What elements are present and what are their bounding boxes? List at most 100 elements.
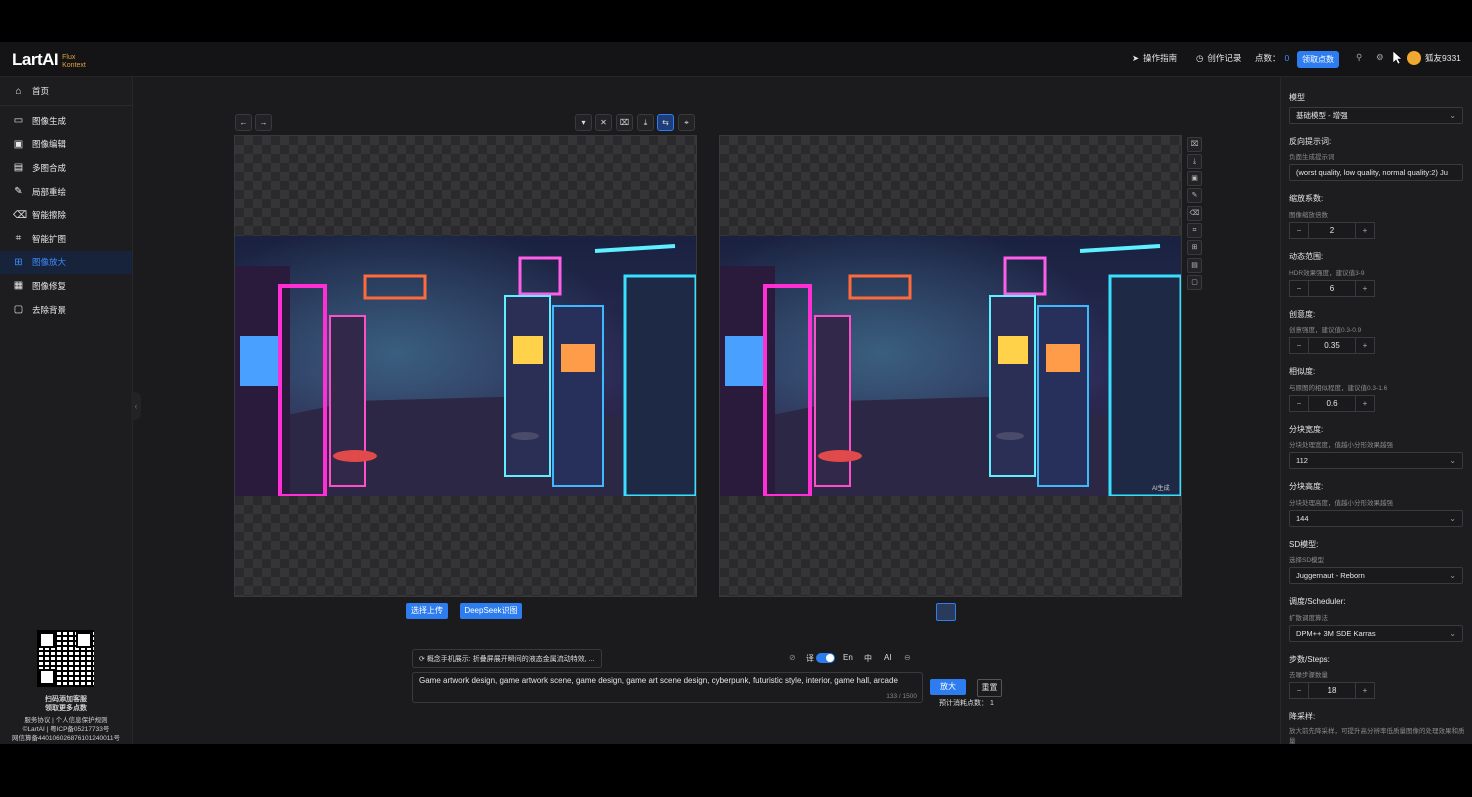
english-button[interactable]: En bbox=[843, 653, 853, 662]
sidebar-item-home[interactable]: ⌂ 首页 bbox=[0, 77, 132, 106]
crop-icon: ⌗ bbox=[15, 233, 22, 245]
guide-link[interactable]: ➤ 操作指南 bbox=[1132, 52, 1177, 64]
increment-button[interactable]: + bbox=[1355, 280, 1375, 297]
similarity-value[interactable]: 0.6 bbox=[1309, 395, 1355, 412]
sidebar-item-upscale[interactable]: ⊞ 图像放大 bbox=[0, 250, 132, 275]
scheduler-select[interactable]: DPM++ 3M SDE Karras ⌄ bbox=[1289, 625, 1463, 642]
tile-height-value: 144 bbox=[1296, 514, 1309, 523]
claim-points-button[interactable]: 领取点数 bbox=[1297, 51, 1339, 68]
negative-prompt-input[interactable]: (worst quality, low quality, normal qual… bbox=[1289, 164, 1463, 181]
footer-links[interactable]: 服务协议 | 个人信息保护规则 bbox=[0, 716, 132, 725]
upscale-icon[interactable]: ⊞ bbox=[1187, 240, 1202, 255]
decrement-button[interactable]: − bbox=[1289, 682, 1309, 699]
decrement-button[interactable]: − bbox=[1289, 280, 1309, 297]
username: 狐友9331 bbox=[1425, 53, 1461, 63]
download-icon[interactable]: ⤓ bbox=[1187, 154, 1202, 169]
prompt-input[interactable]: Game artwork design, game artwork scene,… bbox=[412, 672, 923, 703]
edit-icon[interactable]: ✎ bbox=[1187, 188, 1202, 203]
increment-button[interactable]: + bbox=[1355, 682, 1375, 699]
negative-prompt-desc: 负面生成提示词 bbox=[1289, 154, 1335, 161]
repair-icon: ▦ bbox=[13, 280, 24, 292]
sidebar-item-remove-bg[interactable]: ▢ 去除背景 bbox=[0, 298, 132, 322]
tile-width-label: 分块宽度: bbox=[1289, 425, 1324, 434]
sidebar-item-multi-image[interactable]: ▤ 多图合成 bbox=[0, 156, 132, 180]
scale-value[interactable]: 2 bbox=[1309, 222, 1355, 239]
upload-button[interactable]: 选择上传 bbox=[406, 603, 448, 619]
pin-icon[interactable]: ⌖ bbox=[678, 114, 695, 131]
avatar bbox=[1407, 51, 1421, 65]
redo-button[interactable]: → bbox=[255, 114, 272, 131]
compare-icon[interactable]: ⇆ bbox=[657, 114, 674, 131]
sidebar-item-label: 图像生成 bbox=[32, 115, 67, 126]
steps-value[interactable]: 18 bbox=[1309, 682, 1355, 699]
file-icon[interactable]: ▢ bbox=[1187, 275, 1202, 290]
clear-icon[interactable]: ⊘ bbox=[789, 653, 796, 662]
undo-button[interactable]: ← bbox=[235, 114, 252, 131]
sd-model-select[interactable]: Juggernaut - Reborn ⌄ bbox=[1289, 567, 1463, 584]
tile-width-select[interactable]: 112 ⌄ bbox=[1289, 452, 1463, 469]
sidebar-item-erase[interactable]: ⌫ 智能擦除 bbox=[0, 203, 132, 227]
crop-icon[interactable]: ⌗ bbox=[1187, 223, 1202, 238]
history-link[interactable]: ◷ 创作记录 bbox=[1196, 52, 1241, 64]
document-icon[interactable]: ▤ bbox=[1187, 258, 1202, 273]
send-icon: ➤ bbox=[1132, 52, 1140, 63]
cost-value: 1 bbox=[989, 700, 994, 707]
pencil-icon: ✎ bbox=[14, 186, 23, 198]
qr-finder bbox=[39, 669, 55, 685]
claim-points-wrap: 领取点数 bbox=[1297, 51, 1339, 68]
brush-icon[interactable]: ▾ bbox=[575, 114, 592, 131]
scale-desc: 图像缩放倍数 bbox=[1289, 212, 1328, 219]
upscale-icon: ⊞ bbox=[14, 256, 23, 268]
settings-circle-icon[interactable]: ⊖ bbox=[904, 653, 911, 662]
result-thumbnail[interactable] bbox=[936, 603, 956, 621]
increment-button[interactable]: + bbox=[1355, 222, 1375, 239]
guide-label: 操作指南 bbox=[1143, 53, 1178, 63]
tile-height-select[interactable]: 144 ⌄ bbox=[1289, 510, 1463, 527]
upscale-button[interactable]: 放大 bbox=[930, 679, 966, 695]
chevron-down-icon: ⌄ bbox=[1449, 456, 1456, 465]
sidebar-item-label: 智能扩图 bbox=[32, 233, 67, 244]
sidebar-item-repair[interactable]: ▦ 图像修复 bbox=[0, 274, 132, 298]
user-menu[interactable]: 狐友9331 bbox=[1407, 51, 1461, 65]
sidebar-item-outpaint[interactable]: ⌗ 智能扩图 bbox=[0, 227, 132, 251]
model-value: 基础模型 - 增强 bbox=[1296, 111, 1348, 120]
dynamic-range-value[interactable]: 6 bbox=[1309, 280, 1355, 297]
search-icon[interactable]: ⚲ bbox=[1356, 52, 1362, 63]
sidebar-item-image-edit[interactable]: ▣ 图像编辑 bbox=[0, 133, 132, 157]
sidebar-collapse-handle[interactable]: ‹ bbox=[131, 392, 141, 420]
logo[interactable]: LartAI Flux Kontext bbox=[12, 50, 86, 70]
prompt-suggestion[interactable]: ⟳ 概念手机展示: 折叠屏展开瞬间的液态金属流动特效, ... bbox=[412, 649, 602, 668]
deepseek-button[interactable]: DeepSeek识图 bbox=[460, 603, 522, 619]
decrement-button[interactable]: − bbox=[1289, 222, 1309, 239]
logo-text: LartAI bbox=[12, 50, 59, 69]
trash-icon[interactable]: ⌧ bbox=[616, 114, 633, 131]
sidebar-item-label: 图像编辑 bbox=[32, 139, 67, 150]
steps-stepper: −18 + bbox=[1289, 682, 1375, 699]
result-canvas[interactable]: AI生成 bbox=[719, 135, 1182, 597]
translate-toggle[interactable] bbox=[816, 653, 835, 663]
gear-icon[interactable]: ⚙ bbox=[1376, 52, 1384, 63]
creativity-value[interactable]: 0.35 bbox=[1309, 337, 1355, 354]
increment-button[interactable]: + bbox=[1355, 337, 1375, 354]
negative-prompt-label: 反向提示词: bbox=[1289, 137, 1332, 146]
eraser-icon: ⌫ bbox=[13, 209, 28, 221]
model-select[interactable]: 基础模型 - 增强 ⌄ bbox=[1289, 107, 1463, 124]
decrement-button[interactable]: − bbox=[1289, 337, 1309, 354]
sidebar-item-inpaint[interactable]: ✎ 局部重绘 bbox=[0, 180, 132, 204]
qr-subtitle: 领取更多点数 bbox=[45, 705, 87, 712]
source-canvas[interactable] bbox=[234, 135, 697, 597]
points-label: 点数： bbox=[1255, 53, 1281, 63]
settings-panel: 模型 基础模型 - 增强 ⌄ 反向提示词: 负面生成提示词 (worst qual… bbox=[1280, 77, 1472, 744]
sidebar-item-image-generate[interactable]: ▭ 图像生成 bbox=[0, 109, 132, 133]
decrement-button[interactable]: − bbox=[1289, 395, 1309, 412]
chinese-button[interactable]: 中 bbox=[864, 653, 872, 664]
download-icon[interactable]: ⤓ bbox=[637, 114, 654, 131]
eraser-icon[interactable]: ⌫ bbox=[1187, 206, 1202, 221]
image-icon[interactable]: ▣ bbox=[1187, 171, 1202, 186]
trash-icon[interactable]: ⌧ bbox=[1187, 137, 1202, 152]
ai-button[interactable]: AI bbox=[884, 653, 892, 662]
chevron-down-icon: ⌄ bbox=[1449, 571, 1456, 580]
close-icon[interactable]: ✕ bbox=[595, 114, 612, 131]
increment-button[interactable]: + bbox=[1355, 395, 1375, 412]
reset-button[interactable]: 重置 bbox=[977, 679, 1002, 697]
